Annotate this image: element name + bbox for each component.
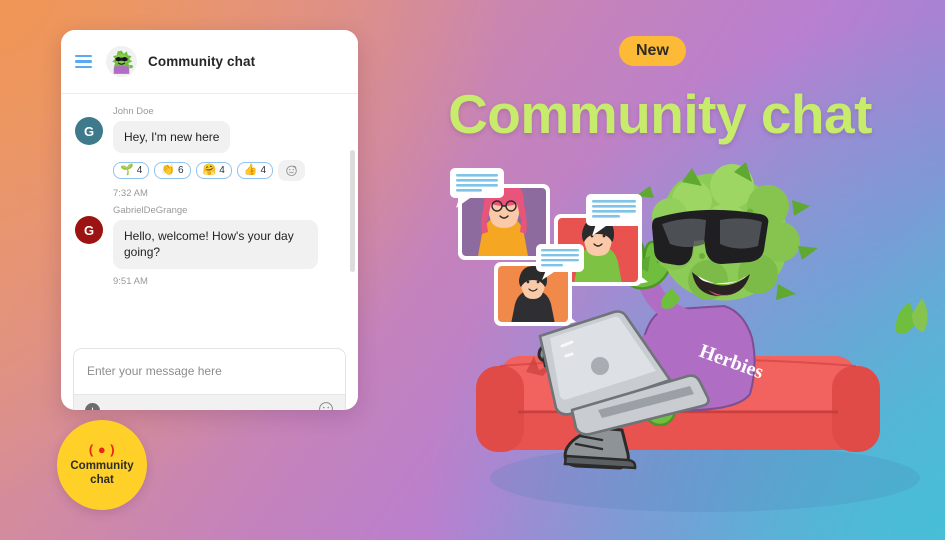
avatar[interactable] [106, 46, 137, 77]
seedling-icon: 🌱 [120, 164, 134, 177]
reaction-count: 4 [136, 165, 143, 177]
badge-line-1: Community [70, 460, 134, 473]
message-avatar: G [75, 117, 103, 145]
thumbs-up-reaction[interactable]: 👍 4 [236, 162, 274, 180]
message-item: G John Doe Hey, I'm new here 🌱 4 👏 6 🤗 4… [75, 106, 344, 199]
smiley-glyph [319, 401, 333, 410]
badge-line-2: chat [90, 473, 114, 486]
seedling-reaction[interactable]: 🌱 4 [113, 162, 150, 180]
message-composer: + [73, 348, 346, 410]
live-dot-icon: ( ● ) [88, 442, 116, 458]
hamburger-menu-icon[interactable] [75, 54, 92, 69]
chat-header: Community chat [61, 30, 358, 94]
message-item: G GabrielDeGrange Hello, welcome! How's … [75, 205, 344, 287]
illustration-svg: Herbies [450, 162, 928, 512]
message-bubble: Hello, welcome! How's your day going? [113, 220, 318, 269]
floor-shadow [490, 444, 920, 512]
thumbs-up-icon: 👍 [243, 164, 258, 177]
hero-title: Community chat [448, 83, 872, 145]
message-avatar: G [75, 216, 103, 245]
message-input[interactable] [74, 349, 345, 394]
message-bubble: Hey, I'm new here [113, 121, 231, 154]
message-list: G John Doe Hey, I'm new here 🌱 4 👏 6 🤗 4… [61, 94, 358, 340]
clap-reaction[interactable]: 👏 6 [154, 162, 191, 180]
hugging-face-icon: 🤗 [202, 164, 217, 177]
reaction-count: 6 [177, 165, 184, 177]
page-title: Community chat [148, 54, 256, 69]
reaction-count: 4 [219, 165, 225, 177]
composer-toolbar: + [74, 394, 345, 410]
chat-panel: Community chat G John Doe Hey, I'm new h… [61, 30, 358, 410]
sunglasses-icon [652, 209, 769, 266]
community-chat-badge[interactable]: ( ● ) Community chat [57, 420, 147, 510]
plus-icon[interactable]: + [85, 403, 100, 410]
reaction-count: 4 [260, 165, 267, 177]
message-author: John Doe [113, 106, 154, 117]
plant-mascot-icon [106, 46, 137, 77]
message-author: GabrielDeGrange [113, 205, 188, 217]
add-reaction-smiley-icon[interactable] [278, 160, 306, 182]
smiley-plus-icon [286, 165, 297, 177]
clap-icon: 👏 [161, 164, 175, 177]
scrollbar[interactable] [350, 150, 355, 272]
smiley-icon[interactable] [318, 401, 334, 410]
potted-plant [895, 298, 928, 334]
community-chat-illustration: Herbies [440, 160, 930, 520]
hugging-face-reaction[interactable]: 🤗 4 [195, 162, 232, 180]
new-badge: New [619, 36, 686, 66]
message-timestamp: 7:32 AM [113, 188, 148, 200]
message-timestamp: 9:51 AM [113, 275, 148, 287]
reaction-bar: 🌱 4 👏 6 🤗 4 👍 4 [113, 160, 306, 182]
